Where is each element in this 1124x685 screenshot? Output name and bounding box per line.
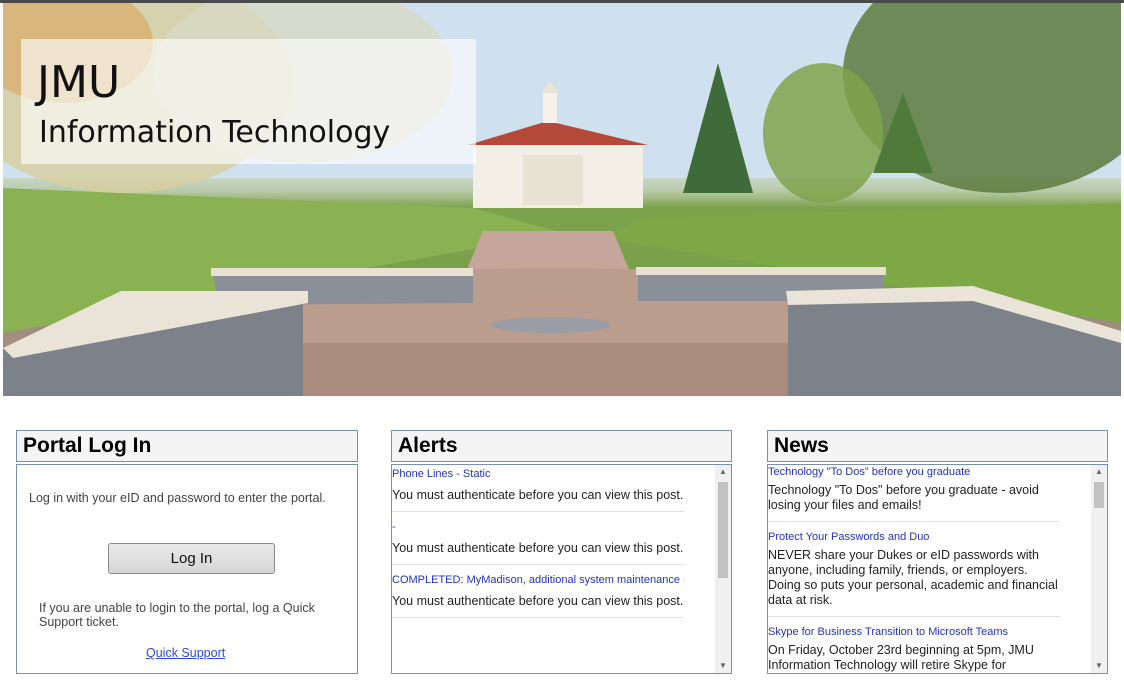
- news-title[interactable]: Technology "To Dos" before you graduate: [768, 465, 1060, 479]
- news-item: Technology "To Dos" before you graduate …: [768, 465, 1060, 522]
- alerts-feed: Phone Lines - Static You must authentica…: [392, 467, 714, 626]
- news-panel: Technology "To Dos" before you graduate …: [767, 464, 1108, 674]
- news-title[interactable]: Skype for Business Transition to Microso…: [768, 625, 1060, 639]
- alert-title[interactable]: COMPLETED: MyMadison, additional system …: [392, 573, 684, 587]
- news-body: Technology "To Dos" before you graduate …: [768, 483, 1039, 512]
- alert-title[interactable]: -: [392, 520, 684, 534]
- news-item: Protect Your Passwords and Duo NEVER sha…: [768, 530, 1060, 617]
- news-feed: Technology "To Dos" before you graduate …: [768, 465, 1090, 673]
- arrow-up-icon[interactable]: ▲: [715, 465, 731, 479]
- login-heading: Portal Log In: [23, 434, 152, 457]
- alert-item: Phone Lines - Static You must authentica…: [392, 467, 684, 512]
- alert-title[interactable]: Phone Lines - Static: [392, 467, 684, 481]
- news-panel-header: News: [767, 430, 1108, 462]
- alerts-panel: Phone Lines - Static You must authentica…: [391, 464, 732, 674]
- alert-body: You must authenticate before you can vie…: [392, 541, 684, 555]
- news-body: NEVER share your Dukes or eID passwords …: [768, 548, 1058, 607]
- alerts-heading: Alerts: [398, 434, 458, 457]
- alert-item: - You must authenticate before you can v…: [392, 520, 684, 565]
- login-button[interactable]: Log In: [108, 543, 275, 574]
- site-subtitle: Information Technology: [39, 115, 391, 150]
- login-panel: Log in with your eID and password to ent…: [16, 464, 358, 674]
- scroll-thumb[interactable]: [718, 482, 728, 578]
- arrow-up-icon[interactable]: ▲: [1091, 465, 1107, 479]
- news-item: Skype for Business Transition to Microso…: [768, 625, 1060, 673]
- arrow-down-icon[interactable]: ▼: [715, 659, 731, 673]
- hero-banner: JMU Information Technology: [3, 3, 1121, 396]
- alert-item: COMPLETED: MyMadison, additional system …: [392, 573, 684, 618]
- scroll-thumb[interactable]: [1094, 482, 1104, 508]
- login-instructions: Log in with your eID and password to ent…: [29, 491, 326, 505]
- alert-body: You must authenticate before you can vie…: [392, 594, 684, 608]
- news-body: On Friday, October 23rd beginning at 5pm…: [768, 643, 1034, 672]
- login-panel-header: Portal Log In: [16, 430, 358, 462]
- news-scrollbar[interactable]: ▲ ▼: [1091, 465, 1107, 673]
- login-help-text: If you are unable to login to the portal…: [39, 601, 315, 629]
- news-heading: News: [774, 434, 829, 457]
- arrow-down-icon[interactable]: ▼: [1091, 659, 1107, 673]
- news-title[interactable]: Protect Your Passwords and Duo: [768, 530, 1060, 544]
- quick-support-link[interactable]: Quick Support: [146, 646, 225, 660]
- site-title-overlay: JMU Information Technology: [21, 39, 476, 164]
- alerts-scrollbar[interactable]: ▲ ▼: [715, 465, 731, 673]
- site-title: JMU: [37, 57, 121, 108]
- alert-body: You must authenticate before you can vie…: [392, 488, 684, 502]
- alerts-panel-header: Alerts: [391, 430, 732, 462]
